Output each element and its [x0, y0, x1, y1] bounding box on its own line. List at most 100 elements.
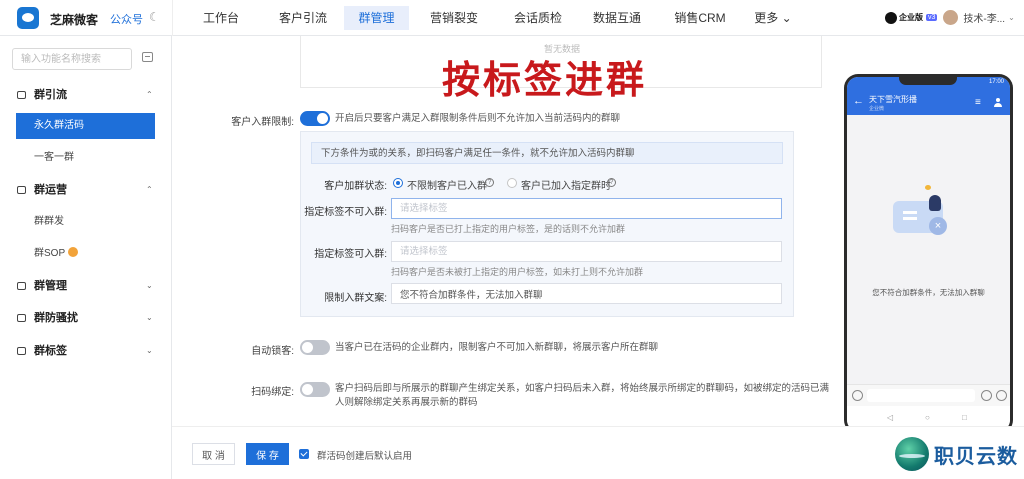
chevron-down-icon: ⌄ — [146, 346, 153, 355]
cancel-button[interactable]: 取 消 — [192, 443, 235, 465]
chevron-up-icon: ⌃ — [146, 185, 153, 194]
group-operation-icon — [17, 186, 26, 194]
chevron-down-icon: ⌄ — [146, 281, 153, 290]
function-search-input[interactable] — [12, 48, 132, 70]
radio-no-limit-label[interactable]: 不限制客户已入群 — [407, 177, 487, 192]
main-nav: 工作台 客户引流 群管理 营销裂变 会话质检 数据互通 销售CRM 更多 ⌄ — [180, 0, 803, 36]
sidebar-group-management[interactable]: 群管理 ⌄ — [0, 274, 172, 298]
group-traffic-icon — [17, 91, 26, 99]
sidebar-group-traffic[interactable]: 群引流 ⌃ — [0, 83, 172, 107]
entry-limit-panel: 下方条件为或的关系，即扫码客户满足任一条件，就不允许加入活码内群聊 客户加群状态… — [300, 131, 794, 317]
chevron-down-icon: ⌄ — [146, 313, 153, 322]
group-tags-icon — [17, 347, 26, 355]
back-arrow-icon: ← — [853, 95, 864, 107]
copy-label: 限制入群文案: — [324, 293, 387, 304]
moon-icon[interactable]: ☾ — [149, 10, 160, 24]
auto-lock-desc: 当客户已在活码的企业群内，限制客户不可加入新群聊，将展示客户所在群聊 — [335, 342, 659, 353]
chevron-down-icon[interactable]: ⌄ — [1008, 13, 1015, 22]
watermark-text: 职贝云数 — [934, 445, 1018, 468]
brand-name: 芝麻微客 — [50, 13, 99, 27]
sidebar-group-operation[interactable]: 群运营 ⌃ — [0, 178, 172, 202]
username[interactable]: 技术-李... — [963, 10, 1005, 25]
default-enable-label[interactable]: 群活码创建后默认启用 — [317, 448, 412, 462]
question-icon[interactable]: ? — [607, 178, 616, 187]
radio-specific-group-label[interactable]: 客户已加入指定群时 — [521, 177, 611, 192]
nav-group-management[interactable]: 群管理 — [344, 6, 409, 30]
top-divider — [172, 0, 173, 36]
sidebar-item-group-sop[interactable]: 群SOP — [16, 241, 155, 267]
tag-yes-hint: 扫码客户是否未被打上指定的用户标签，如未打上则不允许加群 — [391, 267, 644, 277]
main-content: 暂无数据 按标签进群 客户入群限制: 开启后只要客户满足入群限制条件后则不允许加… — [172, 36, 1024, 479]
tag-yes-label: 指定标签可入群: — [314, 249, 387, 260]
nav-session-qc[interactable]: 会话质检 — [499, 0, 577, 36]
enterprise-icon — [885, 11, 897, 24]
sidebar-item-one-customer-one-group[interactable]: 一客一群 — [16, 145, 155, 171]
entry-limit-label: 客户入群限制: — [231, 117, 294, 128]
nav-data-sync[interactable]: 数据互通 — [577, 0, 657, 36]
user-area: 企业版 v3 技术-李... ⌄ — [885, 10, 1015, 25]
blocked-illustration-icon: × — [889, 185, 959, 247]
phone-input-bar — [847, 384, 1010, 406]
enterprise-label: 企业版 — [899, 13, 923, 22]
filter-icon[interactable] — [142, 52, 153, 62]
sidebar-item-group-broadcast[interactable]: 群群发 — [16, 209, 155, 235]
nav-back-icon: ◁ — [887, 413, 894, 422]
chevron-up-icon: ⌃ — [146, 90, 153, 99]
entry-limit-toggle[interactable] — [300, 111, 330, 126]
question-icon[interactable]: ? — [485, 178, 494, 187]
join-status-label: 客户加群状态: — [324, 181, 387, 192]
voice-icon — [852, 390, 863, 401]
app-logo-icon[interactable] — [17, 7, 39, 29]
group-anti-spam-icon — [17, 314, 26, 322]
save-button[interactable]: 保 存 — [246, 443, 289, 465]
sidebar-item-permanent-qrcode[interactable]: 永久群活码 — [16, 113, 155, 139]
entry-limit-desc: 开启后只要客户满足入群限制条件后则不允许加入当前活码内的群聊 — [335, 113, 621, 124]
default-enable-checkbox[interactable] — [299, 449, 309, 459]
nav-recent-icon: □ — [962, 413, 967, 422]
hot-badge-icon — [68, 247, 79, 257]
watermark-globe-icon — [895, 437, 929, 471]
scan-bind-toggle[interactable] — [300, 382, 330, 397]
overlay-title: 按标签进群 — [442, 57, 648, 102]
nav-home-icon: ○ — [925, 413, 930, 422]
phone-title: 天下雪汽形播 — [869, 95, 917, 104]
phone-input-box — [867, 389, 975, 402]
condition-notice: 下方条件为或的关系，即扫码客户满足任一条件，就不允许加入活码内群聊 — [311, 142, 783, 164]
tag-no-hint: 扫码客户是否已打上指定的用户标签，是的话则不允许加群 — [391, 224, 626, 234]
phone-message: 您不符合加群条件，无法加入群聊 — [872, 288, 985, 297]
plus-icon — [996, 390, 1007, 401]
sidebar-group-tags[interactable]: 群标签 ⌄ — [0, 339, 172, 363]
phone-screen: 17:00 ← 天下雪汽形播 企业微 ≡ × 您不符合加群条件，无法加入群聊 ◁… — [847, 77, 1010, 431]
auto-lock-label: 自动锁客: — [251, 346, 294, 357]
avatar[interactable] — [943, 10, 959, 25]
nav-more[interactable]: 更多 ⌄ — [743, 0, 803, 36]
watermark: 职贝云数 — [895, 436, 1018, 472]
nav-marketing[interactable]: 营销裂变 — [409, 0, 499, 36]
radio-specific-group[interactable] — [507, 178, 517, 188]
auto-lock-toggle[interactable] — [300, 340, 330, 355]
gzh-link[interactable]: 公众号 — [110, 11, 143, 27]
sidebar-group-anti-spam[interactable]: 群防骚扰 ⌄ — [0, 306, 172, 330]
phone-preview: 17:00 ← 天下雪汽形播 企业微 ≡ × 您不符合加群条件，无法加入群聊 ◁… — [844, 74, 1013, 434]
scan-bind-desc: 客户扫码后即与所展示的群聊产生绑定关系，如客户扫码后未入群，将始终展示所绑定的群… — [335, 383, 830, 408]
nav-workbench[interactable]: 工作台 — [180, 0, 262, 36]
scan-bind-label: 扫码绑定: — [251, 387, 294, 398]
phone-subtitle: 企业微 — [869, 106, 885, 112]
version-badge: v3 — [926, 14, 938, 21]
sidebar: 群引流 ⌃ 永久群活码 一客一群 群运营 ⌃ 群群发 群SOP 群管理 ⌄ 群防… — [0, 36, 172, 479]
tag-yes-select[interactable] — [391, 241, 782, 262]
tag-no-label: 指定标签不可入群: — [304, 207, 387, 218]
nav-customer-acquisition[interactable]: 客户引流 — [262, 0, 344, 36]
phone-header: ← 天下雪汽形播 企业微 ≡ — [847, 91, 1010, 115]
nav-sales-crm[interactable]: 销售CRM — [657, 0, 743, 36]
radio-no-limit[interactable] — [393, 178, 403, 188]
phone-notch — [899, 77, 957, 85]
top-bar: 芝麻微客 公众号 ☾ 工作台 客户引流 群管理 营销裂变 会话质检 数据互通 销… — [0, 0, 1024, 36]
group-management-icon — [17, 282, 26, 290]
tag-no-select[interactable] — [391, 198, 782, 219]
phone-status-time: 17:00 — [988, 79, 1004, 85]
user-icon — [994, 98, 1002, 107]
copy-input[interactable] — [391, 283, 782, 304]
emoji-icon — [981, 390, 992, 401]
menu-icon: ≡ — [975, 97, 981, 108]
